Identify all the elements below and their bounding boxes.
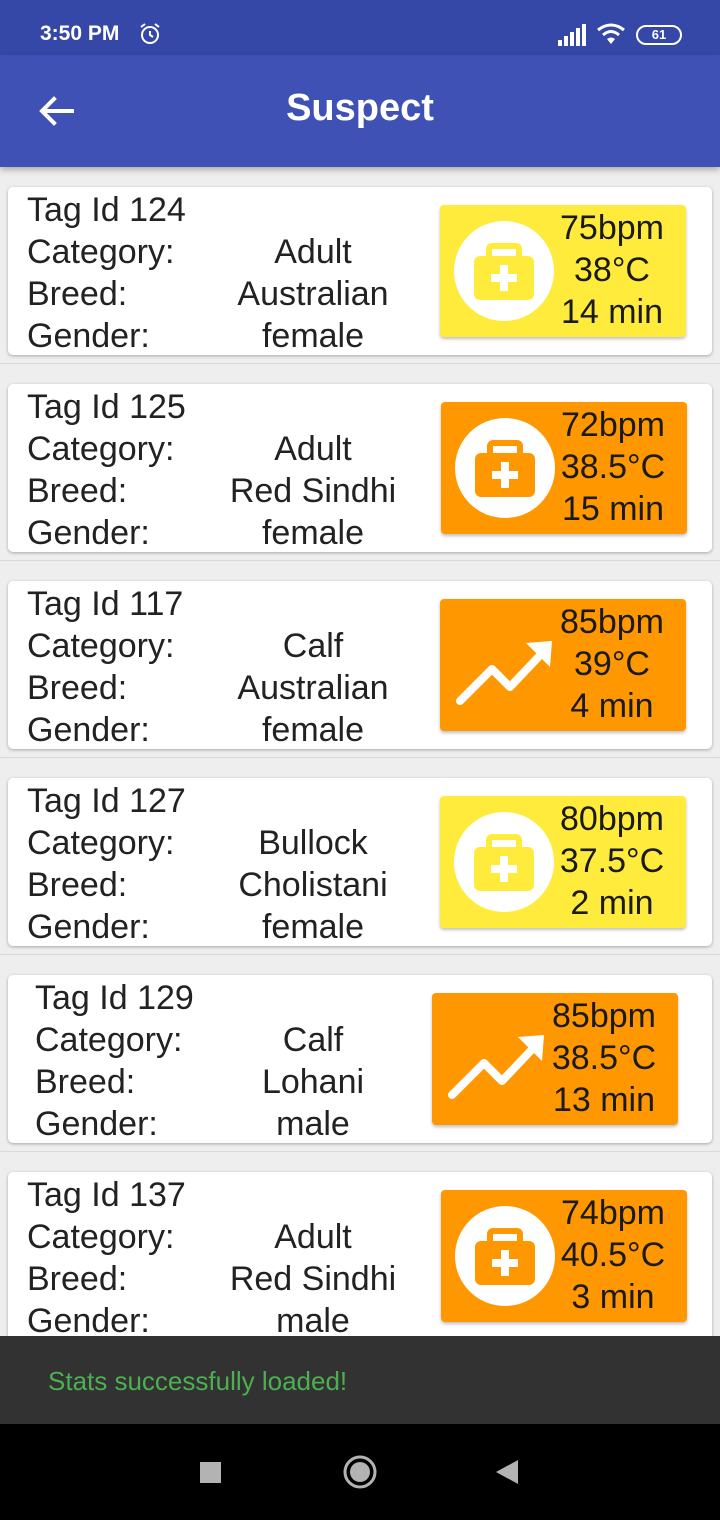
- medical-kit-icon: [455, 418, 555, 518]
- list-item[interactable]: Tag Id 129 Category: Calf Breed: Lohani Gende…: [0, 955, 720, 1152]
- snackbar: Stats successfully loaded!: [0, 1336, 720, 1424]
- elapsed-time-value: 2 min: [570, 884, 654, 922]
- temperature-value: 38.5°C: [560, 448, 666, 486]
- elapsed-time-value: 13 min: [552, 1081, 656, 1119]
- tag-id: Tag Id 137: [27, 1176, 186, 1214]
- list-item[interactable]: Tag Id 137 Category: Adult Breed: Red Sindhi…: [0, 1152, 720, 1336]
- temperature-value: 38°C: [574, 251, 650, 289]
- list-item[interactable]: Tag Id 125 Category: Adult Breed: Red Sindhi…: [0, 364, 720, 561]
- animal-card[interactable]: Tag Id 117 Category: Calf Breed: Australian G…: [8, 581, 712, 749]
- gender-value: male: [276, 1105, 350, 1143]
- medical-kit-icon: [455, 1206, 555, 1306]
- elapsed-time-value: 3 min: [571, 1278, 655, 1316]
- gender-value: female: [261, 908, 365, 946]
- gender-value: female: [261, 711, 365, 749]
- breed-value: Australian: [237, 275, 389, 313]
- home-icon[interactable]: [342, 1454, 378, 1490]
- alarm-icon: [140, 23, 160, 44]
- temperature-value: 40.5°C: [560, 1236, 666, 1274]
- category-label: Category:: [27, 430, 175, 468]
- app-bar: Suspect: [0, 55, 720, 167]
- gender-label: Gender:: [27, 711, 150, 749]
- list-item[interactable]: Tag Id 127 Category: Bullock Breed: Cholista…: [0, 758, 720, 955]
- heart-rate-value: 85bpm: [560, 603, 664, 641]
- category-value: Calf: [282, 1021, 344, 1059]
- category-label: Category:: [27, 627, 175, 665]
- animal-card[interactable]: Tag Id 137 Category: Adult Breed: Red Sindhi…: [8, 1172, 712, 1336]
- status-time: 3:50 PM: [40, 22, 120, 45]
- category-label: Category:: [27, 824, 175, 862]
- breed-value: Australian: [237, 669, 389, 707]
- gender-value: female: [261, 514, 365, 552]
- gender-label: Gender:: [27, 317, 150, 355]
- category-value: Adult: [274, 430, 352, 468]
- status-bar: 3:50 PM 61: [0, 0, 720, 55]
- category-value: Bullock: [258, 824, 368, 862]
- breed-label: Breed:: [35, 1063, 136, 1101]
- tag-id: Tag Id 117: [27, 585, 184, 623]
- breed-value: Cholistani: [238, 866, 388, 904]
- wifi-icon: [597, 23, 625, 44]
- gender-label: Gender:: [27, 514, 150, 552]
- breed-label: Breed:: [27, 1260, 128, 1298]
- vital-status-badge[interactable]: 85bpm 39°C 4 min: [440, 599, 686, 731]
- category-value: Calf: [282, 627, 344, 665]
- temperature-value: 37.5°C: [559, 842, 665, 880]
- vital-status-badge[interactable]: 75bpm 38°C 14 min: [440, 205, 686, 337]
- medical-kit-icon: [454, 221, 554, 321]
- gender-label: Gender:: [27, 908, 150, 946]
- category-label: Category:: [35, 1021, 183, 1059]
- breed-label: Breed:: [27, 866, 128, 904]
- elapsed-time-value: 4 min: [570, 687, 654, 725]
- category-label: Category:: [27, 1218, 175, 1256]
- medical-kit-icon: [454, 812, 554, 912]
- gender-label: Gender:: [27, 1302, 150, 1336]
- temperature-value: 39°C: [574, 645, 650, 683]
- heart-rate-value: 75bpm: [560, 209, 664, 247]
- breed-value: Red Sindhi: [229, 472, 397, 510]
- vital-status-badge[interactable]: 80bpm 37.5°C 2 min: [440, 796, 686, 928]
- vital-status-badge[interactable]: 74bpm 40.5°C 3 min: [441, 1190, 687, 1322]
- page-title: Suspect: [286, 87, 434, 129]
- list-item[interactable]: Tag Id 117 Category: Calf Breed: Australian G…: [0, 561, 720, 758]
- breed-label: Breed:: [27, 669, 128, 707]
- animal-list[interactable]: Tag Id 124 Category: Adult Breed: Australian…: [0, 167, 720, 1336]
- list-item[interactable]: Tag Id 124 Category: Adult Breed: Australian…: [0, 167, 720, 364]
- animal-card[interactable]: Tag Id 124 Category: Adult Breed: Australian…: [8, 187, 712, 355]
- heart-rate-value: 74bpm: [561, 1194, 665, 1232]
- signal-icon: [558, 24, 586, 46]
- animal-card[interactable]: Tag Id 125 Category: Adult Breed: Red Sindhi…: [8, 384, 712, 552]
- gender-value: male: [276, 1302, 350, 1336]
- heart-rate-value: 85bpm: [552, 997, 656, 1035]
- temperature-value: 38.5°C: [551, 1039, 657, 1077]
- breed-label: Breed:: [27, 472, 128, 510]
- vital-status-badge[interactable]: 72bpm 38.5°C 15 min: [441, 402, 687, 534]
- heart-rate-value: 72bpm: [561, 406, 665, 444]
- back-triangle-icon[interactable]: [494, 1458, 520, 1486]
- snackbar-message: Stats successfully loaded!: [48, 1366, 348, 1396]
- navigation-bar: [0, 1424, 720, 1520]
- tag-id: Tag Id 127: [27, 782, 186, 820]
- elapsed-time-value: 14 min: [560, 293, 664, 331]
- trending-up-icon: [454, 615, 554, 715]
- breed-value: Lohani: [261, 1063, 365, 1101]
- vital-status-badge[interactable]: 85bpm 38.5°C 13 min: [432, 993, 678, 1125]
- category-label: Category:: [27, 233, 175, 271]
- category-value: Adult: [274, 233, 352, 271]
- animal-card[interactable]: Tag Id 129 Category: Calf Breed: Lohani Gende…: [8, 975, 712, 1143]
- heart-rate-value: 80bpm: [560, 800, 664, 838]
- elapsed-time-value: 15 min: [561, 490, 665, 528]
- tag-id: Tag Id 124: [27, 191, 186, 229]
- category-value: Adult: [274, 1218, 352, 1256]
- tag-id: Tag Id 125: [27, 388, 186, 426]
- trending-up-icon: [446, 1009, 546, 1109]
- tag-id: Tag Id 129: [35, 979, 194, 1017]
- breed-label: Breed:: [27, 275, 128, 313]
- gender-label: Gender:: [35, 1105, 158, 1143]
- recent-apps-icon[interactable]: [200, 1462, 221, 1483]
- breed-value: Red Sindhi: [229, 1260, 397, 1298]
- gender-value: female: [261, 317, 365, 355]
- animal-card[interactable]: Tag Id 127 Category: Bullock Breed: Cholista…: [8, 778, 712, 946]
- battery-icon: 61: [636, 25, 682, 45]
